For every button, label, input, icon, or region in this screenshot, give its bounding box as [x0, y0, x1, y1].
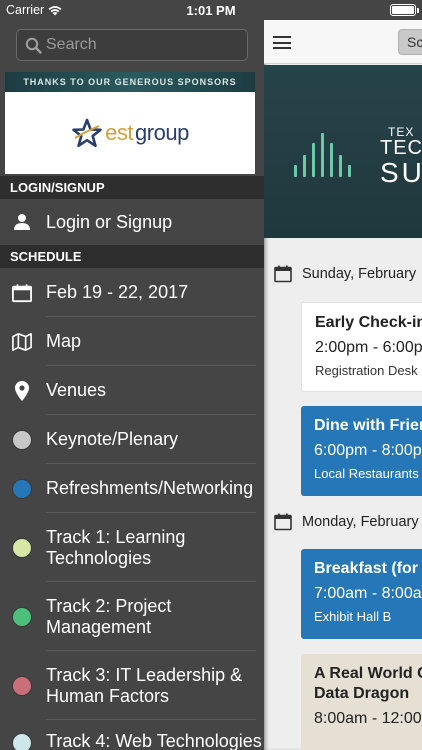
day-label: Monday, February [302, 514, 419, 530]
menu-icon[interactable] [273, 36, 291, 49]
sound-wave-logo-icon [294, 133, 351, 177]
sidebar-item-venues[interactable]: Venues [0, 366, 264, 415]
session-card[interactable]: Breakfast (for 7:00am - 8:00am Exhibit H… [301, 549, 422, 639]
sidebar-item-track-2[interactable]: Track 2: Project Management [0, 582, 264, 651]
sidebar-item-login[interactable]: Login or Signup [0, 199, 264, 245]
track-color-dot [12, 478, 32, 499]
sidebar-item-track-3[interactable]: Track 3: IT Leadership & Human Factors [0, 651, 264, 720]
sidebar-item-label: Track 4: Web Technologies [46, 731, 262, 750]
session-time: 2:00pm - 6:00pm [315, 339, 422, 356]
calendar-icon [274, 265, 292, 283]
session-title: A Real World C [314, 665, 422, 682]
sponsor-logo-est: est [105, 120, 134, 145]
track-color-dot [12, 733, 32, 750]
banner-line-3: SU [380, 157, 422, 188]
star-logo-icon [72, 118, 102, 148]
session-card[interactable]: Dine with Friends 6:00pm - 8:00pm Local … [301, 406, 422, 496]
session-location: Registration Desk [315, 363, 418, 378]
session-title: Breakfast (for [314, 560, 419, 577]
session-title-line-2: Data Dragon [314, 685, 410, 702]
sidebar-item-label: Venues [46, 380, 107, 400]
track-color-dot [12, 606, 32, 627]
session-location: Local Restaurants [314, 466, 419, 481]
sidebar-item-track-1[interactable]: Track 1: Learning Technologies [0, 513, 264, 582]
search-input[interactable]: Search [16, 29, 248, 61]
sponsor-banner-title: THANKS TO OUR GENEROUS SPONSORS [5, 72, 255, 92]
sidebar-item-dates[interactable]: Feb 19 - 22, 2017 [0, 268, 264, 317]
search-placeholder: Search [46, 36, 97, 53]
sidebar-item-label: Refreshments/Networking [46, 478, 254, 498]
sponsor-logo: est group [5, 92, 255, 174]
sidebar-item-label: Login or Signup [46, 211, 173, 232]
sidebar-item-label: Track 3: IT Leadership & Human Factors [46, 664, 243, 706]
sponsor-banner[interactable]: THANKS TO OUR GENEROUS SPONSORS est group [5, 72, 255, 174]
schedule-panel: Sc TEX TECH SU Sunday, February Early Ch… [264, 20, 422, 750]
track-color-dot [12, 429, 32, 450]
sidebar-item-label: Track 2: Project Management [46, 595, 172, 637]
session-time: 6:00pm - 8:00pm [314, 442, 422, 459]
location-pin-icon [12, 380, 32, 401]
session-title: Early Check-in [315, 314, 422, 331]
event-banner: TEX TECH SU [264, 65, 422, 238]
top-nav-bar: Sc [264, 20, 422, 64]
sidebar-item-label: Feb 19 - 22, 2017 [46, 282, 189, 302]
day-header: Monday, February [274, 513, 419, 531]
day-label: Sunday, February [302, 266, 417, 282]
sidebar-item-label: Map [46, 331, 82, 351]
status-bar: Carrier 1:01 PM [0, 0, 422, 20]
session-title: Dine with Friends [314, 417, 422, 434]
sidebar-item-label: Keynote/Plenary [46, 429, 179, 449]
sidebar-item-refreshments[interactable]: Refreshments/Networking [0, 464, 264, 513]
day-header: Sunday, February [274, 265, 416, 283]
track-color-dot [12, 537, 32, 558]
session-card[interactable]: Early Check-in 2:00pm - 6:00pm Registrat… [301, 302, 422, 392]
sidebar-item-track-4[interactable]: Track 4: Web Technologies [0, 723, 264, 750]
section-header-schedule: SCHEDULE [0, 245, 264, 268]
calendar-icon [12, 283, 32, 303]
section-header-login: LOGIN/SIGNUP [0, 176, 264, 199]
calendar-icon [274, 513, 292, 531]
user-icon [12, 212, 32, 232]
filter-button[interactable]: Sc [398, 29, 422, 55]
sidebar-item-keynote[interactable]: Keynote/Plenary [0, 415, 264, 464]
battery-icon [390, 4, 419, 16]
session-card[interactable]: A Real World C Data Dragon 8:00am - 12:0… [301, 654, 422, 750]
sponsor-logo-group: group [135, 120, 189, 145]
sidebar-menu: Search THANKS TO OUR GENEROUS SPONSORS e… [0, 20, 264, 750]
session-time: 8:00am - 12:00 [314, 710, 422, 727]
sidebar-item-map[interactable]: Map [0, 317, 264, 366]
session-location: Exhibit Hall B [314, 609, 392, 624]
sidebar-item-label: Track 1: Learning Technologies [46, 526, 186, 568]
track-color-dot [12, 675, 32, 696]
clock: 1:01 PM [186, 3, 236, 18]
session-time: 7:00am - 8:00am [314, 585, 422, 602]
map-icon [12, 332, 32, 352]
search-icon [25, 37, 42, 54]
